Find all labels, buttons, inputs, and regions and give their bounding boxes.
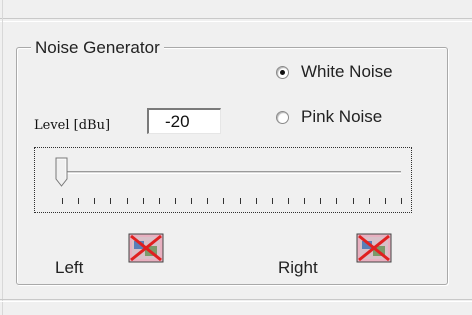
noise-generator-title: Noise Generator bbox=[31, 38, 164, 58]
separator-bottom bbox=[0, 299, 472, 300]
slider-tick bbox=[336, 198, 338, 204]
separator-bottom-highlight bbox=[0, 301, 472, 302]
radio-circle-icon[interactable] bbox=[276, 65, 289, 79]
slider-tick bbox=[110, 198, 112, 204]
pink-noise-radio[interactable]: Pink Noise bbox=[276, 107, 382, 127]
slider-tick bbox=[304, 198, 306, 204]
slider-tick bbox=[78, 198, 80, 204]
slider-tick bbox=[320, 198, 322, 204]
slider-tick bbox=[368, 198, 370, 204]
separator-top-highlight bbox=[0, 21, 472, 22]
slider-tick bbox=[352, 198, 354, 204]
slider-tick bbox=[175, 198, 176, 204]
level-input[interactable] bbox=[147, 108, 221, 134]
slider-thumb[interactable] bbox=[55, 157, 69, 187]
slider-tick bbox=[384, 198, 386, 204]
slider-tick bbox=[271, 198, 273, 204]
slider-tick bbox=[288, 198, 289, 204]
slider-tick bbox=[126, 198, 128, 204]
left-channel-label: Left bbox=[55, 258, 84, 277]
slider-tick bbox=[223, 198, 225, 204]
slider-track[interactable] bbox=[63, 171, 401, 174]
slider-tick bbox=[207, 198, 209, 204]
radio-circle-icon[interactable] bbox=[276, 110, 289, 124]
separator-top bbox=[0, 18, 472, 19]
slider-tick bbox=[255, 198, 257, 204]
slider-tick bbox=[62, 198, 63, 204]
broken-image-icon[interactable] bbox=[128, 233, 164, 263]
white-noise-label[interactable]: White Noise bbox=[301, 62, 393, 82]
slider-tick bbox=[94, 198, 96, 204]
level-label: Level [dBu] bbox=[34, 118, 111, 133]
white-noise-radio[interactable]: White Noise bbox=[276, 62, 393, 82]
level-slider[interactable] bbox=[34, 147, 412, 213]
radio-selected-dot-icon bbox=[280, 69, 285, 75]
pink-noise-label[interactable]: Pink Noise bbox=[301, 107, 382, 127]
slider-tick bbox=[158, 198, 160, 204]
slider-tick bbox=[142, 198, 144, 204]
separator-left bbox=[2, 0, 3, 315]
right-channel-label: Right bbox=[278, 258, 318, 277]
slider-tick bbox=[401, 198, 402, 204]
slider-tick bbox=[239, 198, 241, 204]
broken-image-icon[interactable] bbox=[356, 233, 392, 263]
slider-tick bbox=[191, 198, 193, 204]
